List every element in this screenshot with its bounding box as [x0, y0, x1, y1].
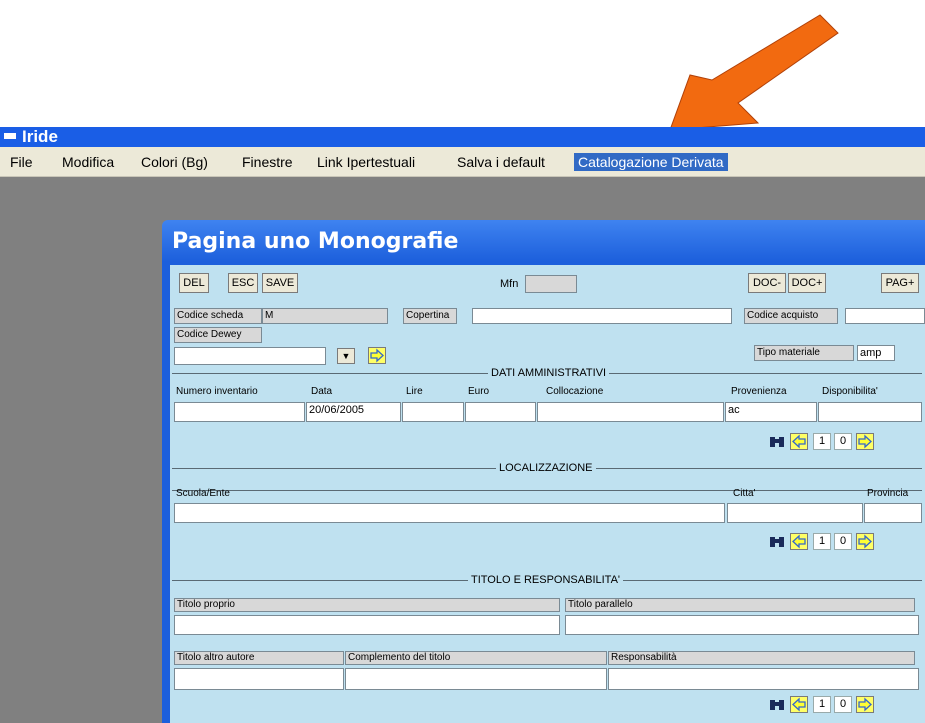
- col-euro: Euro: [468, 386, 490, 397]
- copertina-field[interactable]: [472, 308, 732, 324]
- menu-file[interactable]: File: [6, 153, 37, 171]
- window-title-bar: Pagina uno Monografie: [162, 220, 925, 262]
- menu-modifica[interactable]: Modifica: [58, 153, 118, 171]
- col-citta: Citta': [733, 488, 756, 499]
- scuola-ente-cell[interactable]: [174, 503, 725, 523]
- menu-colori[interactable]: Colori (Bg): [137, 153, 212, 171]
- provincia-cell[interactable]: [864, 503, 922, 523]
- col-titolo-parallelo: Titolo parallelo: [565, 598, 915, 612]
- disponibilita-cell[interactable]: [818, 402, 922, 422]
- save-button[interactable]: SAVE: [262, 273, 298, 293]
- esc-button[interactable]: ESC: [228, 273, 258, 293]
- col-responsabilita: Responsabilità: [608, 651, 915, 665]
- annotation-arrow-icon: [669, 14, 839, 131]
- dewey-go-arrow-icon[interactable]: [368, 347, 386, 364]
- menu-bar: File Modifica Colori (Bg) Finestre Link …: [0, 147, 925, 177]
- record-current: 1: [813, 433, 831, 450]
- system-menu-icon[interactable]: [4, 133, 16, 139]
- col-data: Data: [311, 386, 333, 397]
- col-complemento-titolo: Complemento del titolo: [345, 651, 607, 665]
- citta-cell[interactable]: [727, 503, 863, 523]
- codice-dewey-label: Codice Dewey: [174, 327, 262, 343]
- provenienza-cell[interactable]: ac: [725, 402, 817, 422]
- titolo-altro-autore-field[interactable]: [174, 668, 344, 690]
- binoculars-search-icon[interactable]: [768, 696, 786, 713]
- collocazione-cell[interactable]: [537, 402, 724, 422]
- next-record-arrow-icon[interactable]: [856, 533, 874, 550]
- prev-record-arrow-icon[interactable]: [790, 433, 808, 450]
- codice-scheda-label: Codice scheda: [174, 308, 262, 324]
- col-disponibilita: Disponibilita': [822, 386, 878, 397]
- col-provenienza: Provenienza: [731, 386, 787, 397]
- section-title-localizzazione: LOCALIZZAZIONE: [496, 462, 596, 474]
- titolo-parallelo-field[interactable]: [565, 615, 919, 635]
- record-total: 0: [834, 433, 852, 450]
- col-lire: Lire: [406, 386, 423, 397]
- responsabilita-field[interactable]: [608, 668, 919, 690]
- next-record-arrow-icon[interactable]: [856, 696, 874, 713]
- menu-link-ipertestuali[interactable]: Link Ipertestuali: [313, 153, 419, 171]
- app-title-bar: Iride: [0, 127, 925, 147]
- binoculars-search-icon[interactable]: [768, 533, 786, 550]
- form-panel: DEL ESC SAVE Mfn DOC- DOC+ PAG+ Codice s…: [170, 265, 925, 723]
- record-total: 0: [834, 696, 852, 713]
- complemento-titolo-field[interactable]: [345, 668, 607, 690]
- tipo-materiale-label: Tipo materiale: [754, 345, 854, 361]
- col-scuola-ente: Scuola/Ente: [176, 488, 230, 499]
- titolo-proprio-field[interactable]: [174, 615, 560, 635]
- prev-record-arrow-icon[interactable]: [790, 533, 808, 550]
- col-titolo-proprio: Titolo proprio: [174, 598, 560, 612]
- copertina-label: Copertina: [403, 308, 457, 324]
- dewey-dropdown-icon[interactable]: ▼: [337, 348, 355, 364]
- mfn-field: [525, 275, 577, 293]
- section-title-titolo: TITOLO E RESPONSABILITA': [468, 574, 624, 586]
- col-provincia: Provincia: [867, 488, 909, 499]
- col-titolo-altro-autore: Titolo altro autore: [174, 651, 344, 665]
- codice-acquisto-field[interactable]: [845, 308, 925, 324]
- data-cell[interactable]: 20/06/2005: [306, 402, 401, 422]
- codice-acquisto-label: Codice acquisto: [744, 308, 838, 324]
- record-current: 1: [813, 533, 831, 550]
- doc-minus-button[interactable]: DOC-: [748, 273, 786, 293]
- binoculars-search-icon[interactable]: [768, 433, 786, 450]
- pag-plus-button[interactable]: PAG+: [881, 273, 919, 293]
- col-numero-inventario: Numero inventario: [176, 386, 258, 397]
- record-total: 0: [834, 533, 852, 550]
- section-title-dati-amministrativi: DATI AMMINISTRATIVI: [488, 367, 610, 379]
- prev-record-arrow-icon[interactable]: [790, 696, 808, 713]
- codice-dewey-field[interactable]: [174, 347, 326, 365]
- codice-scheda-field[interactable]: M: [262, 308, 388, 324]
- tipo-materiale-field[interactable]: amp: [857, 345, 895, 361]
- euro-cell[interactable]: [465, 402, 536, 422]
- next-record-arrow-icon[interactable]: [856, 433, 874, 450]
- del-button[interactable]: DEL: [179, 273, 209, 293]
- doc-plus-button[interactable]: DOC+: [788, 273, 826, 293]
- col-collocazione: Collocazione: [546, 386, 604, 397]
- window-title: Pagina uno Monografie: [172, 229, 459, 254]
- row-divider: [172, 490, 922, 491]
- app-title: Iride: [22, 127, 58, 146]
- lire-cell[interactable]: [402, 402, 464, 422]
- menu-salva-default[interactable]: Salva i default: [453, 153, 549, 171]
- numero-inventario-cell[interactable]: [174, 402, 305, 422]
- menu-finestre[interactable]: Finestre: [238, 153, 297, 171]
- record-current: 1: [813, 696, 831, 713]
- menu-catalogazione-derivata[interactable]: Catalogazione Derivata: [574, 153, 728, 171]
- mfn-label: Mfn: [500, 278, 519, 290]
